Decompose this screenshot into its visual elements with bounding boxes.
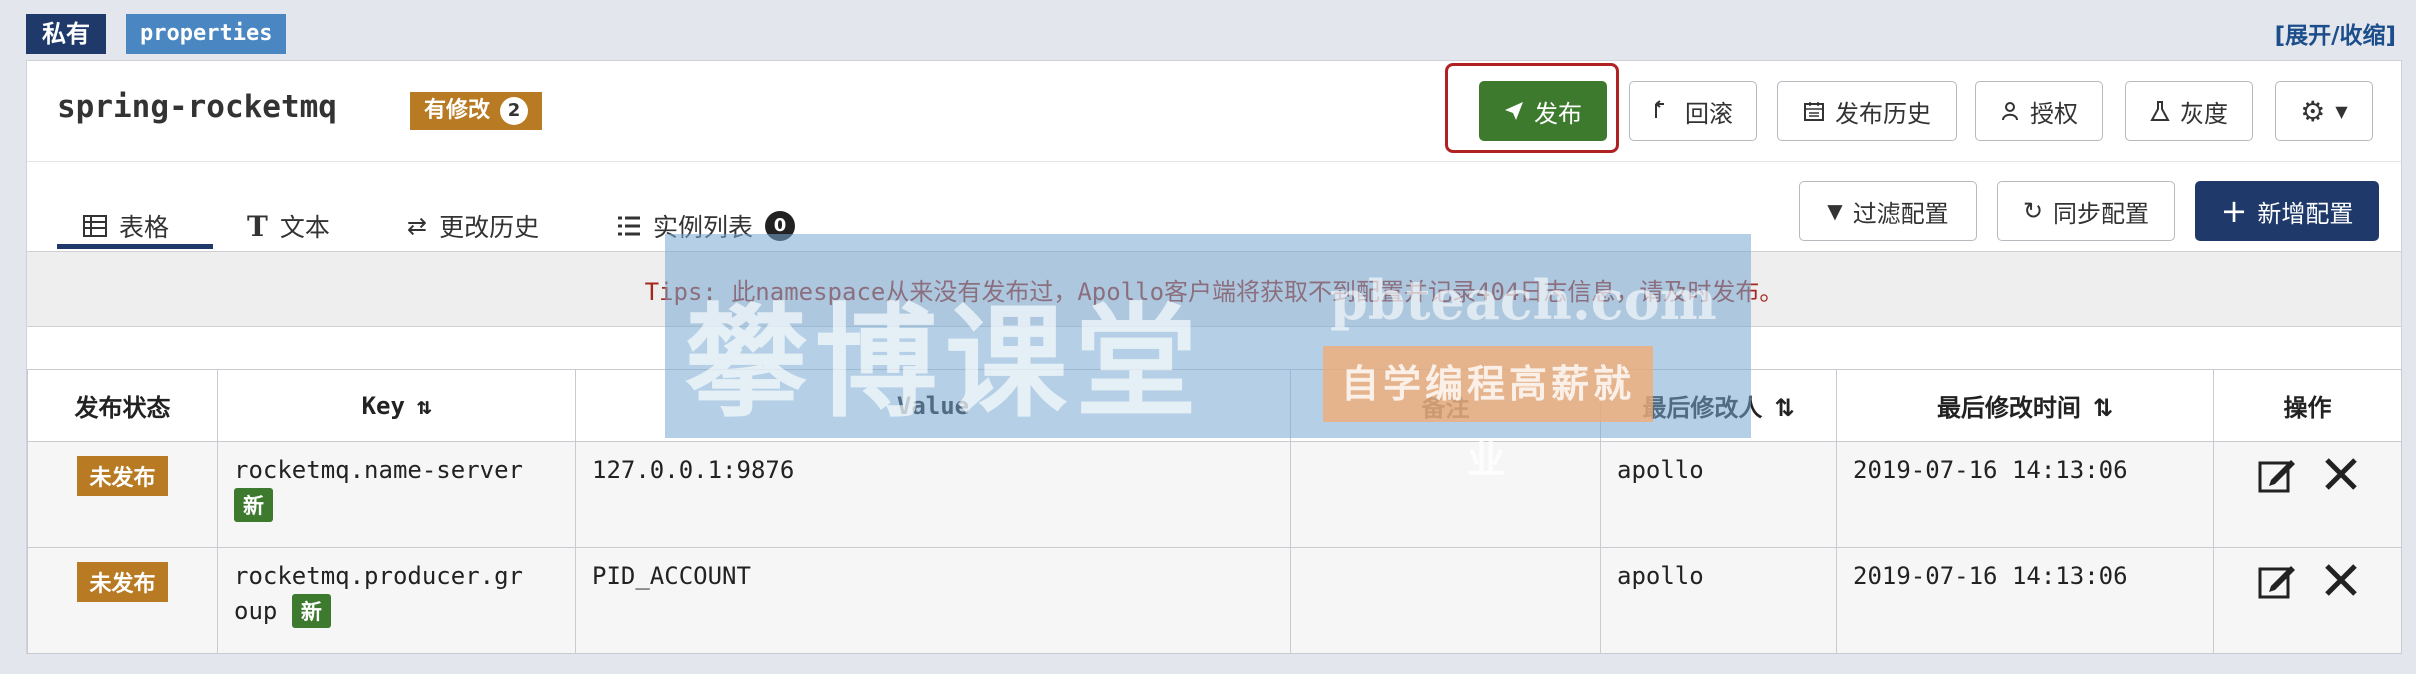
key-text: rocketmq.name-server — [234, 456, 523, 484]
key-cell: rocketmq.producer.gr oup 新 — [217, 547, 576, 654]
publish-history-button[interactable]: 发布历史 — [1777, 81, 1957, 141]
col-modifier-label: 最后修改人 — [1642, 394, 1763, 422]
publish-button[interactable]: 发布 — [1479, 81, 1607, 141]
sync-config-button[interactable]: ↻ 同步配置 — [1997, 181, 2175, 241]
user-icon — [2002, 102, 2018, 121]
tips-text: Tips: 此namespace从来没有发布过，Apollo客户端将获取不到配置… — [644, 277, 1784, 306]
col-comment: 备注 — [1290, 369, 1601, 442]
modifier-cell: apollo — [1600, 547, 1837, 654]
namespace-panel: spring-rocketmq 有修改 2 发布 回滚 发布历史 授权 灰度 ⚙… — [26, 60, 2402, 654]
tab-change-history[interactable]: ⇄ 更改历史 — [407, 201, 539, 251]
status-cell: 未发布 — [27, 441, 218, 548]
status-badge: 未发布 — [77, 562, 168, 602]
col-key[interactable]: Key ⇅ — [217, 369, 576, 442]
new-badge: 新 — [291, 594, 331, 628]
table-header-row: 发布状态 Key ⇅ Value 备注 最后修改人 ⇅ 最后修改时间 ⇅ 操作 — [27, 369, 2402, 442]
comment-cell — [1290, 441, 1601, 548]
text-icon: T — [247, 209, 268, 243]
filter-config-button[interactable]: ▼ 过滤配置 — [1799, 181, 1977, 241]
add-config-label: 新增配置 — [2257, 199, 2354, 228]
col-value: Value — [575, 369, 1291, 442]
gray-release-label: 灰度 — [2180, 99, 2228, 128]
modified-label: 有修改 — [424, 98, 491, 123]
sort-icon[interactable]: ⇅ — [1774, 394, 1794, 422]
status-badge: 未发布 — [77, 456, 168, 496]
caret-down-icon: ▼ — [2335, 101, 2348, 121]
active-tab-indicator — [57, 244, 213, 249]
table-icon — [83, 215, 107, 237]
calendar-icon — [1804, 102, 1824, 121]
actions-cell — [2213, 441, 2402, 548]
publish-label: 发布 — [1534, 99, 1582, 128]
plus-icon: + — [2220, 192, 2248, 230]
table-row: 未发布 rocketmq.producer.gr oup 新 PID_ACCOU… — [27, 547, 2402, 654]
key-cell: rocketmq.name-server 新 — [217, 441, 576, 548]
expand-collapse-link[interactable]: [展开/收缩] — [2275, 16, 2396, 50]
tab-text[interactable]: T 文本 — [247, 201, 330, 251]
exchange-icon: ⇄ — [407, 212, 428, 240]
col-actions: 操作 — [2213, 369, 2402, 442]
flask-icon — [2150, 101, 2170, 121]
tab-instances-label: 实例列表 — [653, 213, 754, 242]
settings-dropdown-button[interactable]: ⚙ ▼ — [2275, 81, 2373, 141]
delete-icon[interactable] — [2323, 562, 2359, 598]
rollback-label: 回滚 — [1685, 99, 1733, 128]
tab-text-label: 文本 — [279, 213, 330, 242]
modified-count: 2 — [500, 97, 529, 125]
tips-bar: Tips: 此namespace从来没有发布过，Apollo客户端将获取不到配置… — [27, 251, 2401, 327]
tab-change-history-label: 更改历史 — [439, 213, 540, 242]
status-cell: 未发布 — [27, 547, 218, 654]
comment-cell — [1290, 547, 1601, 654]
private-tag: 私有 — [26, 14, 106, 54]
new-badge: 新 — [234, 488, 273, 522]
delete-icon[interactable] — [2323, 456, 2359, 492]
rollback-button[interactable]: 回滚 — [1629, 81, 1757, 141]
sort-icon[interactable]: ⇅ — [2093, 394, 2113, 422]
tab-instances[interactable]: 实例列表 0 — [617, 201, 796, 251]
col-modified-time-label: 最后修改时间 — [1936, 394, 2081, 422]
publish-history-label: 发布历史 — [1835, 99, 1931, 128]
grant-label: 授权 — [2030, 99, 2078, 128]
send-icon — [1505, 102, 1523, 120]
sort-icon[interactable]: ⇅ — [417, 392, 431, 420]
add-config-button[interactable]: + 新增配置 — [2195, 181, 2379, 241]
namespace-title: spring-rocketmq — [57, 89, 337, 125]
sync-config-label: 同步配置 — [2053, 199, 2150, 228]
value-cell: 127.0.0.1:9876 — [575, 441, 1291, 548]
col-modified-time[interactable]: 最后修改时间 ⇅ — [1836, 369, 2214, 442]
actions-cell — [2213, 547, 2402, 654]
modifier-cell: apollo — [1600, 441, 1837, 548]
gear-icon: ⚙ — [2300, 94, 2326, 128]
time-cell: 2019-07-16 14:13:06 — [1836, 441, 2214, 548]
modified-badge: 有修改 2 — [410, 92, 543, 130]
time-cell: 2019-07-16 14:13:06 — [1836, 547, 2214, 654]
edit-icon[interactable] — [2257, 562, 2297, 602]
table-row: 未发布 rocketmq.name-server 新 127.0.0.1:9876… — [27, 441, 2402, 548]
col-status: 发布状态 — [27, 369, 218, 442]
header-divider — [27, 161, 2401, 162]
list-icon — [618, 216, 640, 236]
instance-count-badge: 0 — [765, 211, 796, 241]
grant-button[interactable]: 授权 — [1975, 81, 2103, 141]
value-cell: PID_ACCOUNT — [575, 547, 1291, 654]
filter-icon: ▼ — [1827, 199, 1843, 223]
gray-release-button[interactable]: 灰度 — [2125, 81, 2253, 141]
rollback-icon — [1655, 100, 1664, 118]
config-table: 发布状态 Key ⇅ Value 备注 最后修改人 ⇅ 最后修改时间 ⇅ 操作 未发布… — [27, 369, 2402, 654]
key-text: rocketmq.producer.gr oup — [234, 562, 523, 625]
edit-icon[interactable] — [2257, 456, 2297, 496]
tab-table-label: 表格 — [119, 213, 170, 242]
sync-icon: ↻ — [2022, 197, 2044, 225]
filter-config-label: 过滤配置 — [1852, 199, 1949, 228]
format-tag: properties — [126, 14, 287, 54]
col-key-label: Key — [361, 391, 405, 420]
col-modifier[interactable]: 最后修改人 ⇅ — [1600, 369, 1837, 442]
